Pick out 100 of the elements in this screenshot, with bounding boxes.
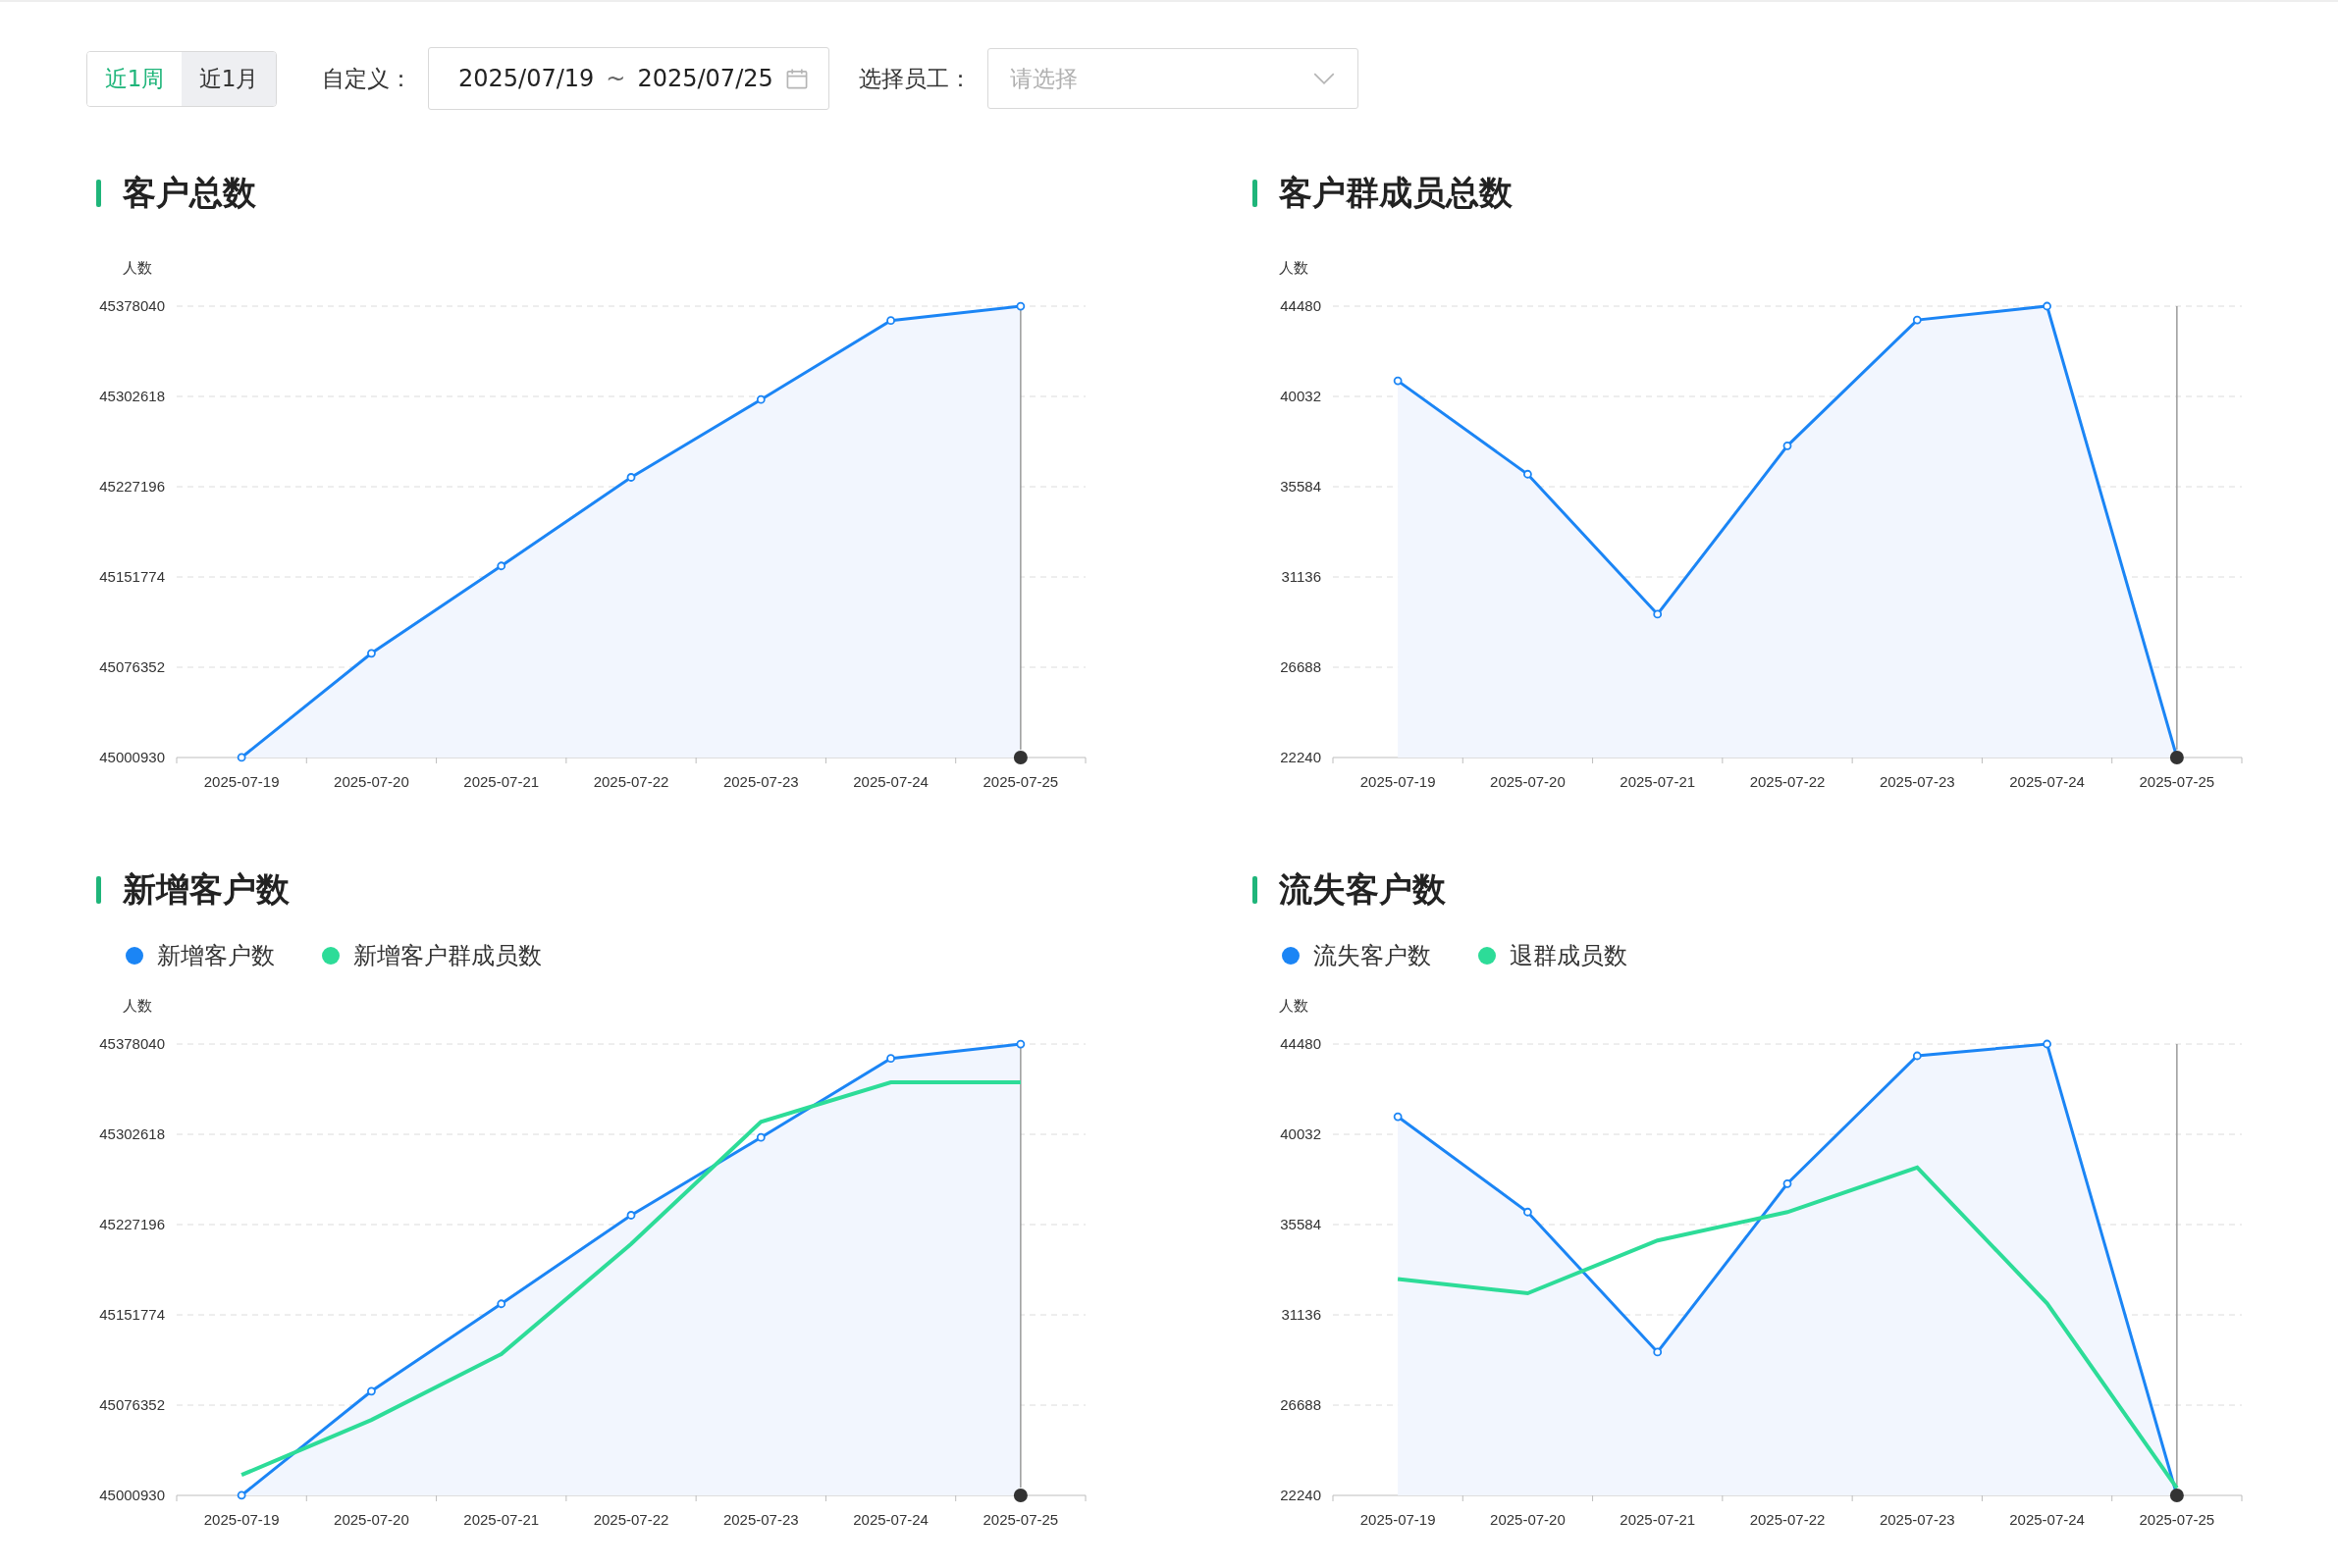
legend-label: 新增客户数 [157,941,275,971]
data-point [2043,301,2051,311]
y-tick-label: 45000930 [99,1487,165,1503]
y-tick-label: 44480 [1280,297,1321,314]
date-range-picker[interactable]: 2025/07/19 ~ 2025/07/25 [428,47,829,110]
panel-title: 客户群成员总数 [1279,172,1513,214]
panel-title: 流失客户数 [1279,868,1446,911]
chevron-down-icon [1312,73,1335,85]
x-tick-label: 2025-07-25 [2139,773,2215,790]
data-point [1393,1112,1403,1122]
y-tick-label: 45076352 [99,658,165,675]
legend-label: 退群成员数 [1510,941,1627,971]
y-tick-label: 22240 [1280,749,1321,765]
data-point [1782,1178,1792,1188]
x-tick-label: 2025-07-22 [1749,1511,1826,1528]
start-date: 2025/07/19 [458,65,595,92]
data-point [756,1132,766,1142]
data-point [1016,1039,1026,1049]
y-tick-label: 31136 [1281,568,1321,585]
data-point [2043,1039,2051,1049]
y-tick-label: 45076352 [99,1396,165,1413]
y-tick-label: 45378040 [99,297,165,314]
staff-label: 选择员工： [858,64,972,93]
x-tick-label: 2025-07-22 [593,773,669,790]
hover-point [1013,751,1028,764]
date-separator: ~ [606,65,626,92]
y-tick-label: 35584 [1280,478,1321,495]
custom-range-label: 自定义： [322,64,412,93]
y-tick-label: 45151774 [99,568,165,585]
x-tick-label: 2025-07-21 [463,773,540,790]
y-tick-label: 45000930 [99,749,165,765]
hover-point [2169,751,2184,764]
hover-point [2169,1489,2184,1502]
x-tick-label: 2025-07-24 [853,1511,929,1528]
x-tick-label: 2025-07-25 [2139,1511,2215,1528]
calendar-icon [784,67,809,90]
x-tick-label: 2025-07-20 [1490,1511,1566,1528]
data-point [1523,469,1532,479]
hover-point [1013,1489,1028,1502]
x-tick-label: 2025-07-19 [1359,1511,1436,1528]
x-tick-label: 2025-07-25 [983,1511,1059,1528]
legend-label: 流失客户数 [1313,941,1431,971]
data-point [1782,441,1792,450]
x-tick-label: 2025-07-24 [853,773,929,790]
title-accent-bar [96,180,101,207]
data-point [497,1299,506,1309]
y-tick-label: 26688 [1280,658,1321,675]
y-axis-title: 人数 [1279,997,1308,1015]
x-tick-label: 2025-07-22 [593,1511,669,1528]
y-axis-title: 人数 [123,997,152,1015]
y-tick-label: 31136 [1281,1306,1321,1323]
staff-select[interactable]: 请选择 [986,48,1358,109]
title-accent-bar [1252,876,1257,904]
data-point [756,394,766,404]
x-tick-label: 2025-07-24 [2009,1511,2085,1528]
y-tick-label: 45302618 [99,1125,165,1142]
title-accent-bar [96,876,101,904]
x-tick-label: 2025-07-23 [722,1511,799,1528]
y-tick-label: 45227196 [99,1216,165,1232]
data-point [497,561,506,571]
x-tick-label: 2025-07-21 [1620,773,1696,790]
y-tick-label: 40032 [1280,388,1321,404]
x-tick-label: 2025-07-22 [1749,773,1826,790]
y-tick-label: 40032 [1280,1125,1321,1142]
x-tick-label: 2025-07-20 [334,773,409,790]
y-tick-label: 26688 [1280,1396,1321,1413]
x-tick-label: 2025-07-23 [1879,1511,1955,1528]
y-tick-label: 45378040 [99,1035,165,1052]
panel-title: 新增客户数 [123,868,290,911]
data-point [1653,1347,1663,1357]
data-point [626,1211,636,1220]
x-tick-label: 2025-07-23 [1879,773,1955,790]
y-tick-label: 44480 [1280,1035,1321,1052]
data-point [1016,301,1026,311]
range-tab[interactable]: 近1月 [182,51,276,106]
x-tick-label: 2025-07-19 [203,773,280,790]
y-tick-label: 22240 [1280,1487,1321,1503]
y-tick-label: 45227196 [99,478,165,495]
data-point [1912,1051,1922,1061]
data-point [1523,1207,1532,1217]
data-point [237,1490,246,1500]
x-tick-label: 2025-07-23 [722,773,799,790]
x-tick-label: 2025-07-20 [1490,773,1566,790]
x-tick-label: 2025-07-20 [334,1511,409,1528]
x-tick-label: 2025-07-19 [203,1511,280,1528]
data-point [1653,609,1663,619]
data-point [886,1054,895,1064]
panel-title: 客户总数 [123,172,256,214]
legend-label: 新增客户群成员数 [353,941,542,971]
data-point [1912,315,1922,325]
x-tick-label: 2025-07-21 [1620,1511,1696,1528]
data-point [367,649,376,658]
y-axis-title: 人数 [123,259,152,277]
y-tick-label: 45151774 [99,1306,165,1323]
x-tick-label: 2025-07-21 [463,1511,540,1528]
y-tick-label: 35584 [1280,1216,1321,1232]
y-axis-title: 人数 [1279,259,1308,277]
data-point [626,473,636,482]
data-point [237,753,246,762]
data-point [1393,376,1403,386]
